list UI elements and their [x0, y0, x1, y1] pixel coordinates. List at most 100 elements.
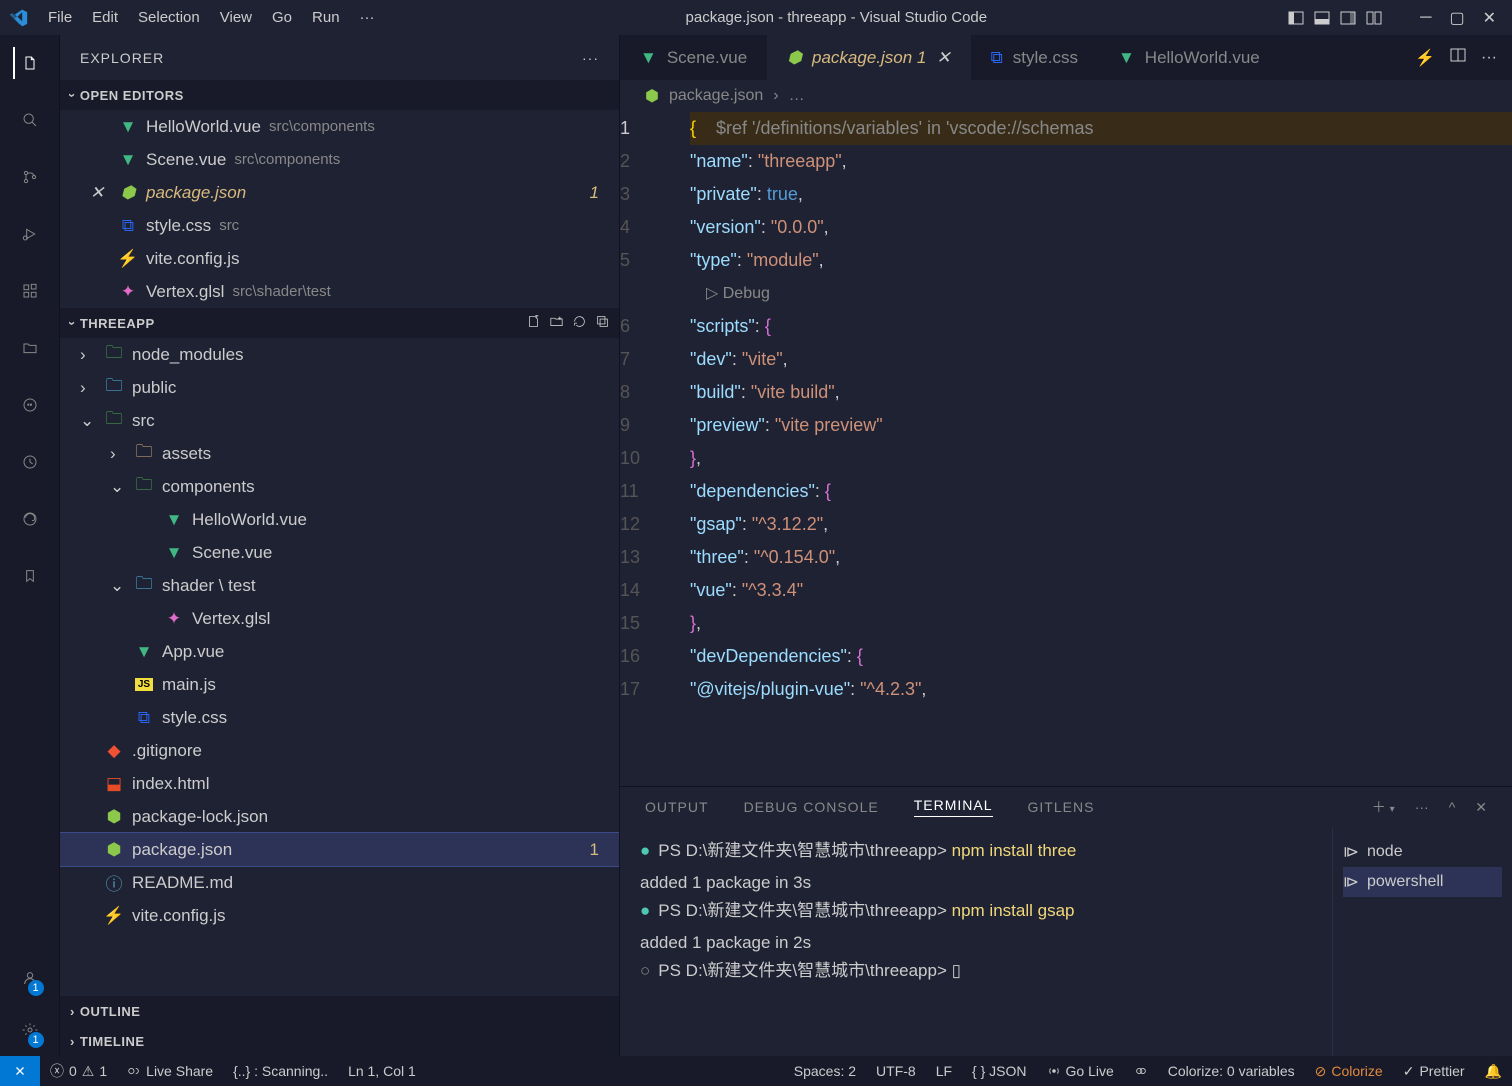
tree-file[interactable]: ⓘREADME.md [60, 866, 619, 899]
editor-tab[interactable]: ⧉style.css [971, 35, 1098, 80]
tree-file[interactable]: ⬢package-lock.json [60, 800, 619, 833]
activity-search-icon[interactable] [14, 104, 46, 136]
code-editor[interactable]: 1234567891011121314151617 { $ref '/defin… [620, 112, 1512, 786]
panel-new-icon[interactable]: ＋ ▾ [1372, 797, 1395, 817]
activity-extensions-icon[interactable] [14, 275, 46, 307]
panel-more-icon[interactable]: ··· [1415, 799, 1429, 815]
menu-edit[interactable]: Edit [82, 9, 128, 26]
open-editor-item[interactable]: ✦Vertex.glsl src\shader\test [60, 275, 619, 308]
window-maximize-icon[interactable]: ▢ [1449, 8, 1464, 28]
window-title: package.json - threeapp - Visual Studio … [385, 9, 1289, 26]
activity-edge-icon[interactable] [14, 503, 46, 535]
menu-file[interactable]: File [38, 9, 82, 26]
activity-account-icon[interactable]: 1 [14, 962, 46, 994]
editor-tab[interactable]: ▼Scene.vue [620, 35, 767, 80]
menu-selection[interactable]: Selection [128, 9, 210, 26]
panel-close-icon[interactable]: ✕ [1475, 799, 1487, 816]
terminal-entry[interactable]: ⧐powershell [1343, 867, 1502, 897]
editor-tab[interactable]: ▼HelloWorld.vue [1098, 35, 1280, 80]
tree-file[interactable]: ⚡vite.config.js [60, 899, 619, 932]
activity-docker-icon[interactable] [14, 389, 46, 421]
tab-more-icon[interactable]: ··· [1481, 49, 1497, 67]
tree-folder[interactable]: ›🗀public [60, 371, 619, 404]
bottom-panel: OUTPUT DEBUG CONSOLE TERMINAL GITLENS ＋ ▾ ·… [620, 786, 1512, 1056]
status-encoding[interactable]: UTF-8 [866, 1063, 926, 1080]
section-project[interactable]: THREEAPP [60, 308, 619, 338]
open-editor-item[interactable]: ▼Scene.vue src\components [60, 143, 619, 176]
activity-timeline-icon[interactable] [14, 446, 46, 478]
window-minimize-icon[interactable]: ─ [1420, 9, 1431, 27]
refresh-icon[interactable] [573, 315, 586, 331]
tree-file[interactable]: ✦Vertex.glsl [60, 602, 619, 635]
new-folder-icon[interactable] [550, 315, 563, 331]
status-position[interactable]: Ln 1, Col 1 [338, 1063, 426, 1079]
activity-explorer-icon[interactable] [13, 47, 45, 79]
status-remote-icon[interactable] [0, 1056, 40, 1086]
sidebar-explorer: EXPLORER ··· OPEN EDITORS ▼HelloWorld.vu… [60, 35, 620, 1056]
explorer-more-icon[interactable]: ··· [582, 50, 599, 66]
panel-tab[interactable]: OUTPUT [645, 799, 709, 815]
open-editor-item[interactable]: ⚡vite.config.js [60, 242, 619, 275]
tree-file[interactable]: ◆.gitignore [60, 734, 619, 767]
window-close-icon[interactable]: ✕ [1483, 8, 1496, 28]
tree-folder[interactable]: ⌄🗀shader \ test [60, 569, 619, 602]
activity-scm-icon[interactable] [14, 161, 46, 193]
tree-folder[interactable]: ⌄🗀components [60, 470, 619, 503]
activity-debug-icon[interactable] [14, 218, 46, 250]
terminal[interactable]: PS D:\新建文件夹\智慧城市\threeapp> npm install t… [620, 827, 1332, 1056]
tree-folder[interactable]: ›🗀node_modules [60, 338, 619, 371]
run-icon[interactable]: ⚡ [1415, 48, 1435, 68]
terminal-list[interactable]: ⧐node⧐powershell [1332, 827, 1512, 1056]
tree-file[interactable]: ▼App.vue [60, 635, 619, 668]
tree-file[interactable]: ⬓index.html [60, 767, 619, 800]
status-scanning[interactable]: {..} : Scanning.. [223, 1063, 338, 1079]
tree-file[interactable]: ▼HelloWorld.vue [60, 503, 619, 536]
panel-tab[interactable]: TERMINAL [914, 797, 993, 817]
tree-folder[interactable]: ⌄🗀src [60, 404, 619, 437]
editor-tab[interactable]: ⬢package.json 1✕ [767, 35, 970, 80]
tree-file[interactable]: ⧉style.css [60, 701, 619, 734]
tree-file[interactable]: ⬢package.json1 [60, 833, 619, 866]
section-open-editors[interactable]: OPEN EDITORS [60, 80, 619, 110]
status-problems[interactable]: ⓧ0 ⚠1 [40, 1061, 117, 1081]
status-bell-icon[interactable]: 🔔 [1475, 1063, 1512, 1080]
panel-tab[interactable]: GITLENS [1028, 799, 1095, 815]
status-eol[interactable]: LF [926, 1063, 962, 1080]
panel-maximize-icon[interactable]: ^ [1449, 799, 1456, 815]
layout-controls[interactable] [1288, 10, 1382, 26]
menu-run[interactable]: Run [302, 9, 350, 26]
status-prettier[interactable]: ✓ Prettier [1393, 1063, 1475, 1080]
breadcrumb[interactable]: ⬢ package.json›… [620, 80, 1512, 112]
menu-view[interactable]: View [210, 9, 262, 26]
activity-settings-icon[interactable]: 1 [14, 1014, 46, 1046]
open-editor-item[interactable]: ⧉style.css src [60, 209, 619, 242]
panel-tab[interactable]: DEBUG CONSOLE [744, 799, 879, 815]
split-icon[interactable] [1450, 47, 1466, 68]
menu-go[interactable]: Go [262, 9, 302, 26]
section-outline[interactable]: OUTLINE [60, 996, 619, 1026]
tree-folder[interactable]: ›🗀assets [60, 437, 619, 470]
activity-folder-icon[interactable] [14, 332, 46, 364]
status-spaces[interactable]: Spaces: 2 [784, 1063, 866, 1080]
activity-bar: 1 1 [0, 35, 60, 1056]
open-editor-item[interactable]: ▼HelloWorld.vue src\components [60, 110, 619, 143]
new-file-icon[interactable] [527, 315, 540, 331]
status-colorize[interactable]: ⊘ Colorize [1305, 1063, 1393, 1080]
vscode-icon [8, 8, 28, 28]
terminal-entry[interactable]: ⧐node [1343, 837, 1502, 867]
status-live-share[interactable]: Live Share [117, 1063, 223, 1079]
status-colorize-vars[interactable]: Colorize: 0 variables [1158, 1063, 1305, 1080]
tree-file[interactable]: JSmain.js [60, 668, 619, 701]
status-bar: ⓧ0 ⚠1 Live Share {..} : Scanning.. Ln 1,… [0, 1056, 1512, 1086]
status-language[interactable]: { } JSON [962, 1063, 1036, 1080]
explorer-title: EXPLORER [80, 50, 164, 66]
open-editor-item[interactable]: ✕⬢package.json1 [60, 176, 619, 209]
section-timeline[interactable]: TIMELINE [60, 1026, 619, 1056]
tree-file[interactable]: ▼Scene.vue [60, 536, 619, 569]
status-golive[interactable]: Go Live [1037, 1063, 1124, 1080]
editor-tabs: ▼Scene.vue⬢package.json 1✕⧉style.css▼Hel… [620, 35, 1512, 80]
activity-bookmark-icon[interactable] [14, 560, 46, 592]
collapse-icon[interactable] [596, 315, 609, 331]
menu-more[interactable]: ··· [350, 9, 385, 26]
status-copilot-icon[interactable] [1124, 1063, 1158, 1080]
